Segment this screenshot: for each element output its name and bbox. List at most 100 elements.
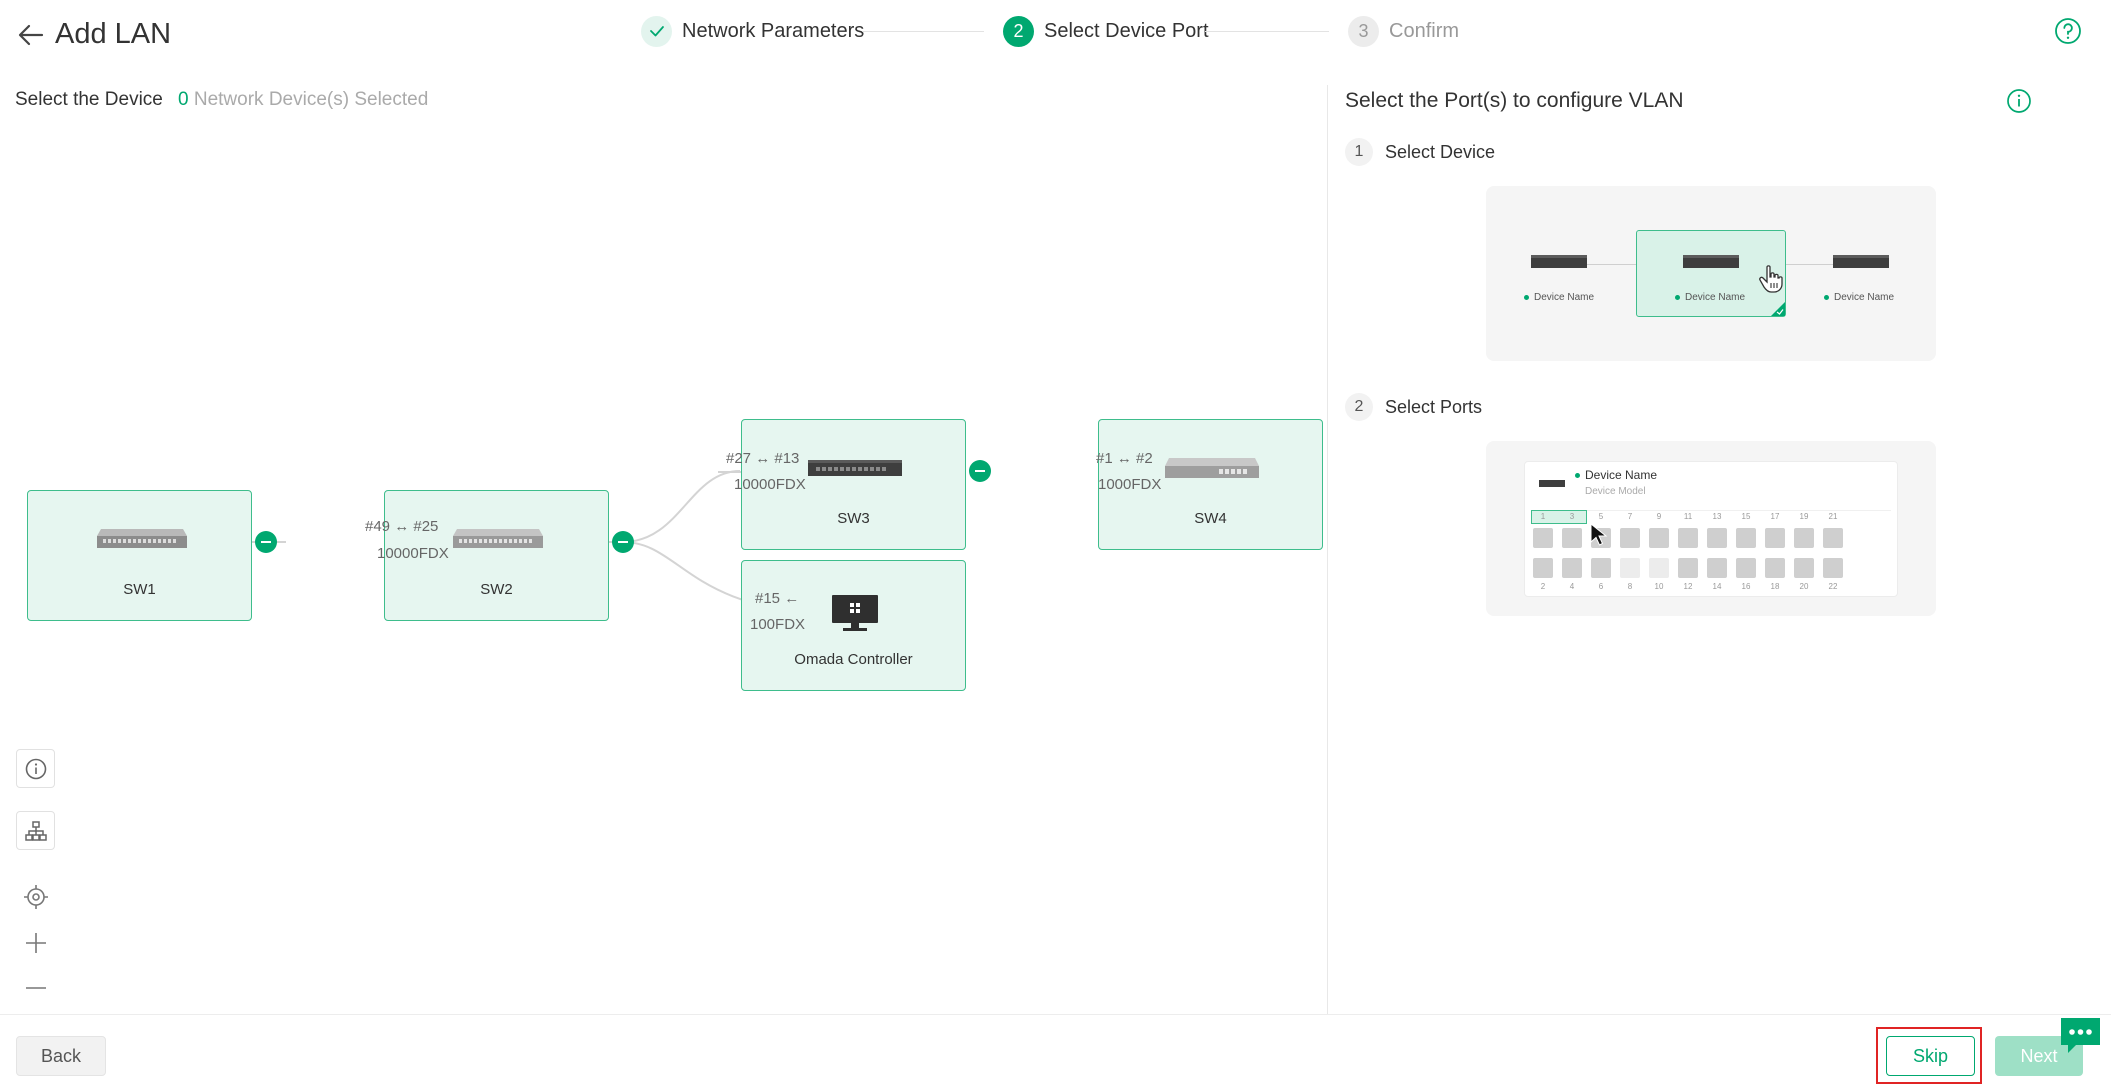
status-dot — [1675, 294, 1680, 300]
port-number-label: 11 — [1683, 512, 1693, 521]
port-number-label: 12 — [1683, 582, 1693, 591]
port-number-label: 8 — [1627, 582, 1633, 591]
port-square[interactable] — [1649, 528, 1669, 548]
port-square[interactable] — [1736, 558, 1756, 578]
port-number-label: 9 — [1656, 512, 1662, 521]
step-number: 2 — [1003, 15, 1034, 47]
hand-cursor-icon — [1759, 265, 1783, 293]
port-number-label: 20 — [1799, 582, 1809, 591]
port-number-label: 4 — [1569, 582, 1575, 591]
add-lan-page: Add LAN Network Parameters 2 Select Devi… — [0, 0, 2111, 1090]
demo-device-label: Device Name — [1524, 292, 1594, 303]
topology-layout-button[interactable] — [16, 811, 55, 850]
sub-step-select-ports: 2 Select Ports — [1345, 393, 1482, 421]
sub-step-label: Select Device — [1385, 141, 1496, 162]
device-node-sw1[interactable]: SW1 — [27, 490, 252, 621]
step-number: 3 — [1348, 15, 1379, 47]
port-square[interactable] — [1823, 558, 1843, 578]
port-link-label: #49 ↔ #25 — [365, 518, 439, 535]
port-number-label: 10 — [1654, 582, 1664, 591]
back-arrow-icon[interactable] — [16, 20, 46, 50]
step-confirm: 3 Confirm — [1348, 14, 1459, 48]
collapse-button-sw2[interactable] — [612, 531, 634, 553]
device-name: SW3 — [837, 510, 870, 527]
chat-icon[interactable] — [2058, 1015, 2103, 1057]
port-number-label: 16 — [1741, 582, 1751, 591]
step-label: Select Device Port — [1044, 19, 1209, 42]
demo-device-name: Device Name — [1534, 292, 1595, 303]
select-device-label: Select the Device — [15, 89, 163, 110]
port-number-label: 3 — [1569, 512, 1575, 521]
step-label: Confirm — [1389, 19, 1460, 42]
selected-count: 0 Network Device(s) Selected — [178, 89, 428, 111]
port-square[interactable] — [1562, 558, 1582, 578]
select-device-illustration: Device Name Device Name Device Name — [1486, 186, 1936, 361]
back-button[interactable]: Back — [16, 1036, 106, 1076]
selected-corner-check-icon — [1771, 302, 1785, 316]
port-square[interactable] — [1765, 528, 1785, 548]
port-grid: 1 3 5 7 9 11 13 15 17 19 21 2 4 6 8 10 12 14 16 18 20 22 — [1525, 462, 1899, 598]
demo-device-label: Device Name — [1675, 292, 1745, 303]
status-dot — [1524, 294, 1529, 300]
port-square[interactable] — [1707, 528, 1727, 548]
port-number-label: 7 — [1627, 512, 1633, 521]
arrow-cursor-icon — [1590, 522, 1608, 546]
link-speed-label: 100FDX — [750, 616, 806, 633]
port-number-label: 22 — [1828, 582, 1838, 591]
port-square[interactable] — [1620, 528, 1640, 548]
switch-icon — [1683, 255, 1739, 268]
port-square[interactable] — [1794, 528, 1814, 548]
port-square[interactable] — [1562, 528, 1582, 548]
controller-icon — [832, 595, 878, 631]
port-link-label: #27 ↔ #13 — [726, 450, 800, 467]
link-speed-label: 10000FDX — [377, 545, 449, 562]
port-square[interactable] — [1765, 558, 1785, 578]
topology-icon — [24, 820, 47, 841]
port-number-label: 1 — [1540, 512, 1546, 521]
step-connector — [1205, 31, 1329, 32]
switch-icon — [453, 529, 543, 548]
port-number-label: 2 — [1540, 582, 1546, 591]
device-name: SW1 — [123, 581, 156, 598]
port-square[interactable] — [1620, 558, 1640, 578]
step-network-parameters: Network Parameters — [641, 14, 864, 48]
sub-step-number: 1 — [1345, 138, 1373, 166]
demo-device-name: Device Name — [1834, 292, 1895, 303]
locate-icon[interactable] — [22, 883, 50, 911]
panel-divider — [1327, 85, 1328, 1015]
info-icon[interactable] — [2006, 88, 2032, 114]
port-square[interactable] — [1533, 528, 1553, 548]
port-square[interactable] — [1794, 558, 1814, 578]
port-square[interactable] — [1649, 558, 1669, 578]
port-square[interactable] — [1823, 528, 1843, 548]
info-button[interactable] — [16, 749, 55, 788]
skip-button[interactable]: Skip — [1886, 1036, 1975, 1076]
port-square[interactable] — [1591, 558, 1611, 578]
link-speed-label: 1000FDX — [1098, 476, 1162, 493]
port-square[interactable] — [1707, 558, 1727, 578]
port-number-label: 19 — [1799, 512, 1809, 521]
device-name: SW2 — [480, 581, 513, 598]
zoom-out-icon[interactable] — [22, 974, 50, 1002]
page-title: Add LAN — [55, 18, 172, 50]
collapse-button-sw3[interactable] — [969, 460, 991, 482]
zoom-in-icon[interactable] — [22, 929, 50, 957]
collapse-button-sw1[interactable] — [255, 531, 277, 553]
port-square[interactable] — [1678, 558, 1698, 578]
port-square[interactable] — [1533, 558, 1553, 578]
right-panel-title: Select the Port(s) to configure VLAN — [1345, 89, 1684, 112]
port-square[interactable] — [1678, 528, 1698, 548]
demo-device-name: Device Name — [1685, 292, 1746, 303]
port-number-label: 21 — [1828, 512, 1838, 521]
port-link-label: #1 ↔ #2 — [1096, 450, 1153, 467]
selected-count-number: 0 — [178, 89, 189, 110]
link-speed-label: 10000FDX — [734, 476, 806, 493]
demo-device-label: Device Name — [1824, 292, 1894, 303]
port-number-label: 5 — [1598, 512, 1604, 521]
port-number-label: 15 — [1741, 512, 1751, 521]
port-square[interactable] — [1736, 528, 1756, 548]
sub-step-select-device: 1 Select Device — [1345, 138, 1495, 166]
check-icon — [641, 15, 672, 47]
help-icon[interactable] — [2054, 17, 2082, 45]
step-select-device-port: 2 Select Device Port — [1003, 14, 1209, 48]
